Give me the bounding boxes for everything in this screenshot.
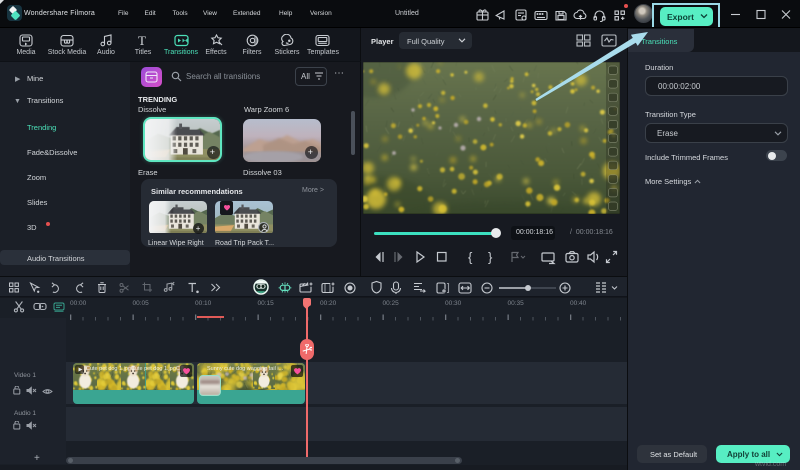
svg-text:}: } bbox=[488, 250, 493, 265]
svg-text:{: { bbox=[468, 250, 473, 265]
